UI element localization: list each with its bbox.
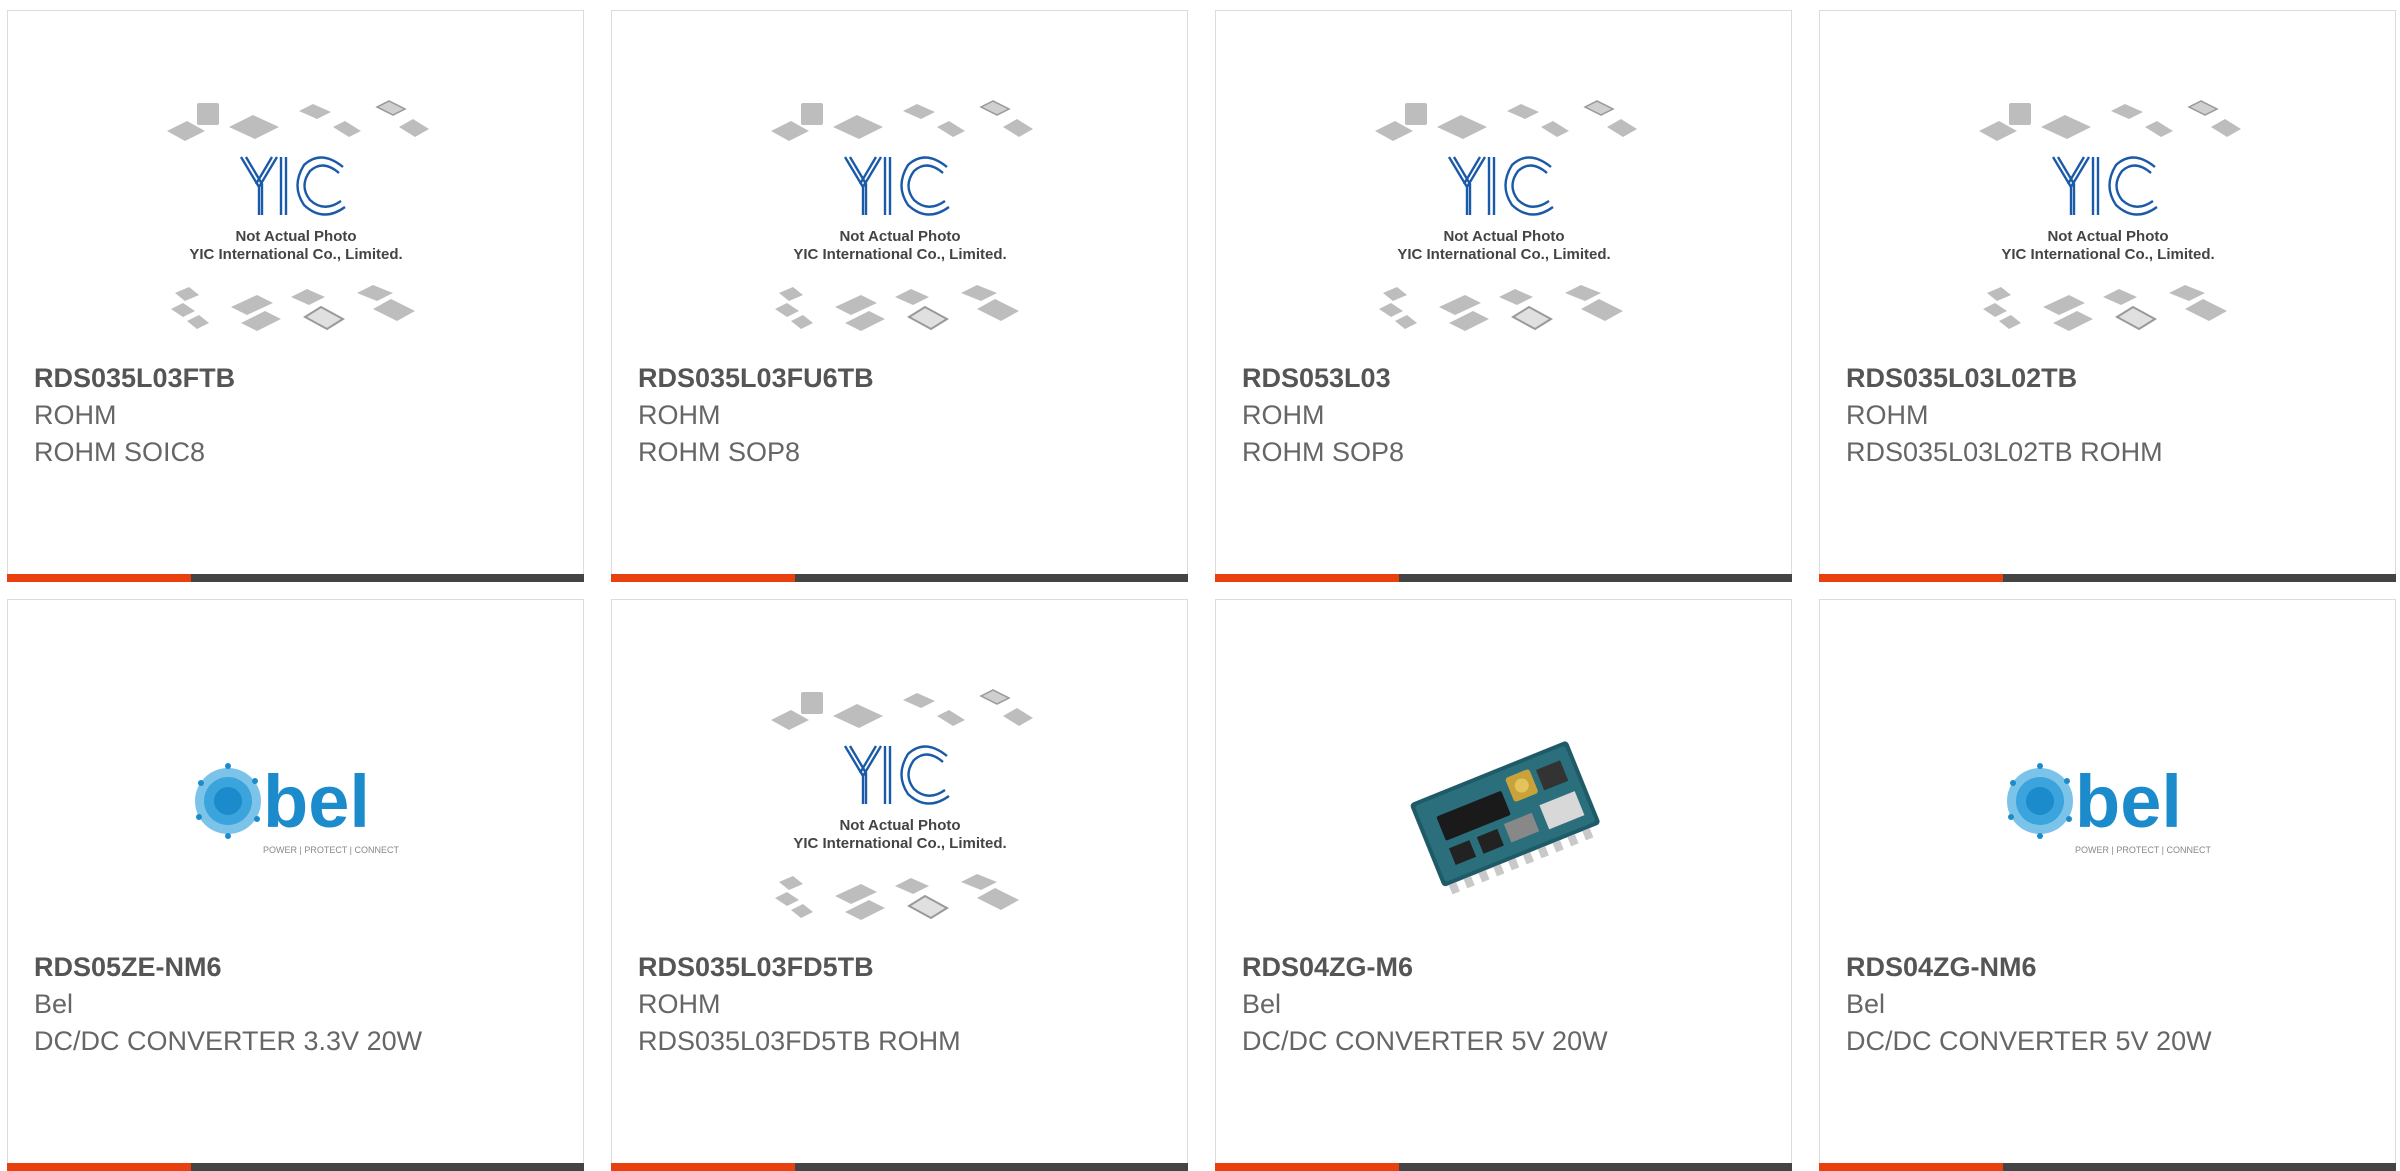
product-brand: Bel bbox=[34, 989, 74, 1019]
product-card[interactable]: RDS04ZG-M6 Bel DC/DC CONVERTER 5V 20W bbox=[1215, 599, 1792, 1171]
card-bottom-bar bbox=[611, 574, 1188, 582]
bel-tagline: POWER | PROTECT | CONNECT bbox=[262, 845, 399, 855]
product-grid: Not Actual Photo YIC International Co., … bbox=[0, 0, 2400, 1171]
card-accent-bar bbox=[7, 1163, 191, 1171]
product-description: DC/DC CONVERTER 3.3V 20W bbox=[34, 1026, 423, 1056]
product-description: ROHM SOIC8 bbox=[34, 437, 206, 467]
placeholder-line2: YIC International Co., Limited. bbox=[2001, 246, 2214, 263]
yic-placeholder-image: Not Actual Photo YIC International Co., … bbox=[770, 689, 1033, 920]
placeholder-line2: YIC International Co., Limited. bbox=[1397, 246, 1610, 263]
card-accent-bar bbox=[611, 1163, 795, 1171]
product-part-number[interactable]: RDS04ZG-NM6 bbox=[1846, 952, 2037, 983]
bel-logo-image: bel POWER | PROTECT | CONNECT bbox=[2006, 761, 2211, 855]
product-image[interactable]: Not Actual Photo YIC International Co., … bbox=[612, 684, 1187, 938]
product-image[interactable]: Not Actual Photo YIC International Co., … bbox=[612, 95, 1187, 349]
product-card[interactable]: Not Actual Photo YIC International Co., … bbox=[7, 10, 584, 582]
product-image[interactable]: Not Actual Photo YIC International Co., … bbox=[8, 95, 583, 349]
product-brand: ROHM bbox=[1846, 400, 1929, 430]
product-part-number[interactable]: RDS053L03 bbox=[1242, 363, 1391, 394]
card-bottom-bar bbox=[611, 1163, 1188, 1171]
card-bottom-bar bbox=[1215, 574, 1792, 582]
placeholder-line2: YIC International Co., Limited. bbox=[793, 246, 1006, 263]
yic-placeholder-image: Not Actual Photo YIC International Co., … bbox=[166, 100, 429, 331]
product-card[interactable]: bel POWER | PROTECT | CONNECT RDS04ZG-NM… bbox=[1819, 599, 2396, 1171]
placeholder-line1: Not Actual Photo bbox=[2047, 228, 2168, 245]
product-description: RDS035L03L02TB ROHM bbox=[1846, 437, 2163, 467]
product-card[interactable]: Not Actual Photo YIC International Co., … bbox=[1819, 10, 2396, 582]
bel-wordmark: bel bbox=[263, 761, 370, 843]
card-accent-bar bbox=[7, 574, 191, 582]
product-description: DC/DC CONVERTER 5V 20W bbox=[1846, 1026, 2212, 1056]
yic-placeholder-image: Not Actual Photo YIC International Co., … bbox=[1978, 100, 2241, 331]
product-image[interactable]: Not Actual Photo YIC International Co., … bbox=[1216, 95, 1791, 349]
product-image[interactable]: Not Actual Photo YIC International Co., … bbox=[1820, 95, 2395, 349]
product-description: ROHM SOP8 bbox=[638, 437, 801, 467]
product-part-number[interactable]: RDS035L03FD5TB bbox=[638, 952, 874, 983]
product-brand: ROHM bbox=[638, 989, 721, 1019]
product-brand: Bel bbox=[1242, 989, 1282, 1019]
card-bottom-bar bbox=[7, 574, 584, 582]
product-description: DC/DC CONVERTER 5V 20W bbox=[1242, 1026, 1608, 1056]
placeholder-line1: Not Actual Photo bbox=[235, 228, 356, 245]
pcb-module-photo bbox=[1410, 741, 1600, 895]
placeholder-line1: Not Actual Photo bbox=[1443, 228, 1564, 245]
product-card[interactable]: Not Actual Photo YIC International Co., … bbox=[611, 10, 1188, 582]
bel-wordmark: bel bbox=[2075, 761, 2182, 843]
card-bottom-bar bbox=[7, 1163, 584, 1171]
product-image[interactable] bbox=[1216, 684, 1791, 938]
product-part-number[interactable]: RDS05ZE-NM6 bbox=[34, 952, 222, 983]
product-image[interactable]: bel POWER | PROTECT | CONNECT bbox=[8, 684, 583, 938]
product-part-number[interactable]: RDS035L03FU6TB bbox=[638, 363, 874, 394]
card-accent-bar bbox=[1819, 1163, 2003, 1171]
card-accent-bar bbox=[1215, 574, 1399, 582]
card-accent-bar bbox=[1215, 1163, 1399, 1171]
product-part-number[interactable]: RDS035L03L02TB bbox=[1846, 363, 2077, 394]
yic-placeholder-image: Not Actual Photo YIC International Co., … bbox=[770, 100, 1033, 331]
card-bottom-bar bbox=[1819, 1163, 2396, 1171]
product-card[interactable]: Not Actual Photo YIC International Co., … bbox=[611, 599, 1188, 1171]
placeholder-line1: Not Actual Photo bbox=[839, 228, 960, 245]
card-bottom-bar bbox=[1819, 574, 2396, 582]
placeholder-line1: Not Actual Photo bbox=[839, 817, 960, 834]
product-brand: ROHM bbox=[34, 400, 117, 430]
product-image[interactable]: bel POWER | PROTECT | CONNECT bbox=[1820, 684, 2395, 938]
bel-tagline: POWER | PROTECT | CONNECT bbox=[2074, 845, 2211, 855]
card-accent-bar bbox=[1819, 574, 2003, 582]
product-brand: ROHM bbox=[638, 400, 721, 430]
product-part-number[interactable]: RDS035L03FTB bbox=[34, 363, 235, 394]
card-accent-bar bbox=[611, 574, 795, 582]
placeholder-line2: YIC International Co., Limited. bbox=[793, 835, 1006, 852]
product-card[interactable]: bel POWER | PROTECT | CONNECT RDS05ZE-NM… bbox=[7, 599, 584, 1171]
card-bottom-bar bbox=[1215, 1163, 1792, 1171]
placeholder-line2: YIC International Co., Limited. bbox=[189, 246, 402, 263]
product-description: ROHM SOP8 bbox=[1242, 437, 1405, 467]
product-description: RDS035L03FD5TB ROHM bbox=[638, 1026, 961, 1056]
product-part-number[interactable]: RDS04ZG-M6 bbox=[1242, 952, 1413, 983]
yic-placeholder-image: Not Actual Photo YIC International Co., … bbox=[1374, 100, 1637, 331]
product-brand: Bel bbox=[1846, 989, 1886, 1019]
bel-logo-image: bel POWER | PROTECT | CONNECT bbox=[194, 761, 399, 855]
product-card[interactable]: Not Actual Photo YIC International Co., … bbox=[1215, 10, 1792, 582]
product-brand: ROHM bbox=[1242, 400, 1325, 430]
